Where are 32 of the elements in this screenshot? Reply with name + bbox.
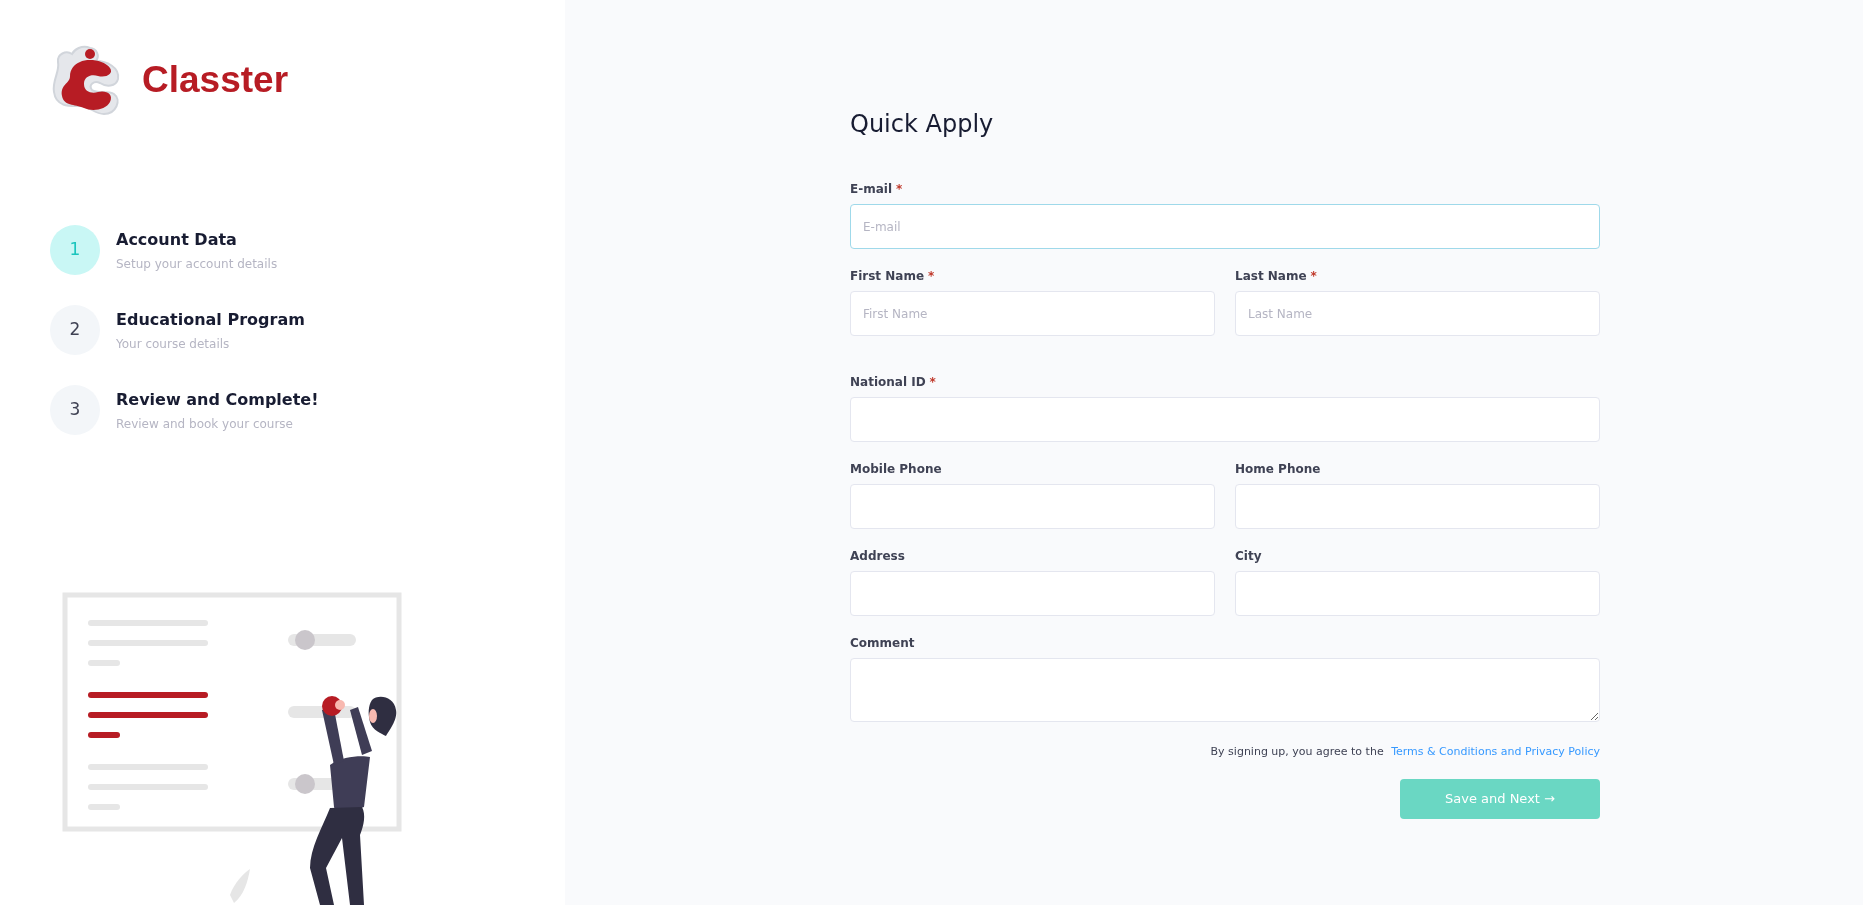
terms-link[interactable]: Terms & Conditions and Privacy Policy xyxy=(1391,745,1600,758)
field-label: Last Name * xyxy=(1235,268,1318,285)
step-title: Account Data xyxy=(116,228,238,251)
form-title: Quick Apply xyxy=(850,109,995,140)
input-field[interactable] xyxy=(850,484,1215,529)
brand-name: Classter xyxy=(142,58,289,103)
step-number: 1 xyxy=(50,225,100,275)
input-field[interactable] xyxy=(850,397,1600,442)
comment-textarea[interactable] xyxy=(850,658,1600,722)
field-label: City xyxy=(1235,548,1263,565)
input-field[interactable]: Last Name xyxy=(1235,291,1600,336)
input-field[interactable] xyxy=(1235,571,1600,616)
field-label: Home Phone xyxy=(1235,461,1322,478)
step-title: Educational Program xyxy=(116,308,305,331)
step-subtitle: Setup your account details xyxy=(116,255,278,273)
step-title: Review and Complete! xyxy=(116,388,319,411)
field-label: National ID * xyxy=(850,374,937,391)
field-label: E-mail * xyxy=(850,181,904,198)
input-field[interactable] xyxy=(850,571,1215,616)
input-field[interactable] xyxy=(1235,484,1600,529)
field-label: Comment xyxy=(850,635,916,652)
field-label: Mobile Phone xyxy=(850,461,943,478)
step-subtitle: Your course details xyxy=(116,335,231,353)
field-label: Address xyxy=(850,548,906,565)
input-field[interactable]: First Name xyxy=(850,291,1215,336)
agreement-text: By signing up, you agree to the Terms & Conditions and Privacy Policy xyxy=(1209,744,1600,760)
step-subtitle: Review and book your course xyxy=(116,415,294,433)
field-label: First Name * xyxy=(850,268,936,285)
input-field[interactable]: E-mail xyxy=(850,204,1600,249)
step-number: 2 xyxy=(50,305,100,355)
save-next-button[interactable]: Save and Next → xyxy=(1400,778,1600,819)
step-number: 3 xyxy=(50,385,100,435)
